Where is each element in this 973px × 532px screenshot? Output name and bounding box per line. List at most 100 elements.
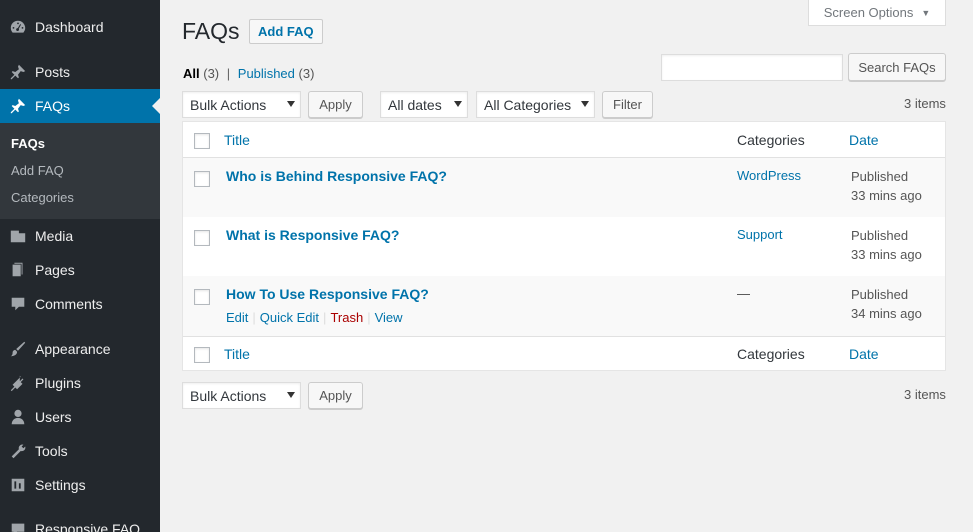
menu-faqs[interactable]: FAQs	[0, 89, 160, 123]
select-all-checkbox[interactable]	[194, 133, 210, 149]
menu-tools[interactable]: Tools	[0, 434, 160, 468]
action-separator: |	[367, 310, 371, 325]
caret-down-icon	[454, 101, 462, 107]
pin-icon	[8, 62, 28, 82]
row-actions: Edit | Quick Edit | Trash | View	[226, 310, 403, 325]
row-category-link[interactable]: Support	[737, 227, 783, 242]
apply-button-bottom[interactable]: Apply	[308, 382, 363, 409]
filter-all-link[interactable]: All	[183, 66, 200, 81]
column-categories-footer: Categories	[737, 346, 805, 362]
faq-icon	[8, 519, 28, 532]
submenu-add-faq[interactable]: Add FAQ	[11, 163, 64, 178]
edit-link[interactable]: Edit	[226, 310, 248, 325]
filter-separator: |	[226, 66, 231, 81]
row-category-link[interactable]: WordPress	[737, 168, 801, 183]
column-date-footer[interactable]: Date	[849, 346, 879, 362]
categories-filter-select[interactable]: All Categories	[476, 91, 595, 118]
menu-settings[interactable]: Settings	[0, 468, 160, 502]
menu-appearance[interactable]: Appearance	[0, 332, 160, 366]
table-header: Title Categories Date	[183, 122, 945, 158]
faqs-table: Title Categories Date Who is Behind Resp…	[182, 121, 946, 371]
media-icon	[8, 226, 28, 246]
row-time: 34 mins ago	[851, 306, 922, 321]
table-row: What is Responsive FAQ? Support Publishe…	[183, 217, 945, 276]
apply-button[interactable]: Apply	[308, 91, 363, 118]
row-title-link[interactable]: How To Use Responsive FAQ?	[226, 286, 429, 302]
items-count-bottom: 3 items	[904, 387, 946, 402]
dashboard-icon	[8, 17, 28, 37]
menu-users[interactable]: Users	[0, 400, 160, 434]
column-title-footer[interactable]: Title	[224, 346, 250, 362]
row-status: Published	[851, 169, 909, 184]
row-date: Published 34 mins ago	[851, 285, 922, 323]
table-row: How To Use Responsive FAQ? — Published 3…	[183, 276, 945, 336]
bulk-actions-select-bottom[interactable]: Bulk Actions	[182, 382, 301, 409]
menu-label: Responsive FAQ	[35, 521, 141, 532]
menu-label: Pages	[35, 262, 75, 278]
caret-down-icon	[581, 101, 589, 107]
submenu-categories[interactable]: Categories	[11, 190, 74, 205]
column-categories-header: Categories	[737, 132, 805, 148]
pin-icon	[8, 96, 28, 116]
menu-label: Plugins	[35, 375, 81, 391]
settings-icon	[8, 475, 28, 495]
users-icon	[8, 407, 28, 427]
dates-filter-select[interactable]: All dates	[380, 91, 468, 118]
categories-filter-value: All Categories	[484, 96, 572, 113]
bulk-actions-select[interactable]: Bulk Actions	[182, 91, 301, 118]
brush-icon	[8, 339, 28, 359]
row-checkbox[interactable]	[194, 289, 210, 305]
select-all-checkbox[interactable]	[194, 347, 210, 363]
menu-comments[interactable]: Comments	[0, 287, 160, 321]
menu-label: Users	[35, 409, 72, 425]
submenu-faqs[interactable]: FAQs	[11, 136, 45, 151]
column-title-header[interactable]: Title	[224, 132, 250, 148]
menu-label: Comments	[35, 296, 103, 312]
bulk-actions-value: Bulk Actions	[190, 387, 267, 404]
row-title-link[interactable]: Who is Behind Responsive FAQ?	[226, 168, 447, 184]
admin-sidebar: Dashboard Posts FAQs FAQs Add FAQ Catego…	[0, 0, 160, 532]
row-date: Published 33 mins ago	[851, 167, 922, 205]
caret-down-icon	[287, 101, 295, 107]
row-status: Published	[851, 287, 909, 302]
caret-down-icon	[287, 392, 295, 398]
menu-responsive-faq[interactable]: Responsive FAQ	[0, 512, 160, 532]
action-separator: |	[323, 310, 327, 325]
menu-label: Appearance	[35, 341, 111, 357]
caret-down-icon: ▼	[921, 7, 931, 18]
pages-icon	[8, 260, 28, 280]
wrench-icon	[8, 441, 28, 461]
menu-plugins[interactable]: Plugins	[0, 366, 160, 400]
menu-media[interactable]: Media	[0, 219, 160, 253]
filter-all-count: (3)	[203, 66, 220, 81]
bulk-actions-value: Bulk Actions	[190, 96, 267, 113]
screen-options-label: Screen Options	[823, 5, 914, 20]
row-title-link[interactable]: What is Responsive FAQ?	[226, 227, 399, 243]
menu-pages[interactable]: Pages	[0, 253, 160, 287]
status-filter-links: All (3) | Published (3)	[183, 66, 314, 81]
quick-edit-link[interactable]: Quick Edit	[260, 310, 319, 325]
row-checkbox[interactable]	[194, 171, 210, 187]
add-faq-button[interactable]: Add FAQ	[249, 19, 323, 44]
menu-label: FAQs	[35, 98, 71, 114]
menu-dashboard[interactable]: Dashboard	[0, 10, 160, 44]
filter-published-link[interactable]: Published	[238, 66, 295, 81]
dates-filter-value: All dates	[388, 96, 442, 113]
filter-button[interactable]: Filter	[602, 91, 653, 118]
menu-label: Media	[35, 228, 74, 244]
trash-link[interactable]: Trash	[330, 310, 363, 325]
screen-options-button[interactable]: Screen Options ▼	[808, 0, 946, 26]
row-date: Published 33 mins ago	[851, 226, 922, 264]
view-link[interactable]: View	[375, 310, 403, 325]
faqs-submenu: FAQs Add FAQ Categories	[0, 123, 160, 219]
column-date-header[interactable]: Date	[849, 132, 879, 148]
menu-posts[interactable]: Posts	[0, 55, 160, 89]
action-separator: |	[252, 310, 256, 325]
search-input[interactable]	[661, 54, 843, 81]
row-category-empty: —	[737, 286, 750, 301]
menu-label: Dashboard	[35, 19, 104, 35]
table-row: Who is Behind Responsive FAQ? WordPress …	[183, 158, 945, 217]
search-faqs-button[interactable]: Search FAQs	[848, 53, 946, 81]
menu-label: Settings	[35, 477, 86, 493]
row-checkbox[interactable]	[194, 230, 210, 246]
